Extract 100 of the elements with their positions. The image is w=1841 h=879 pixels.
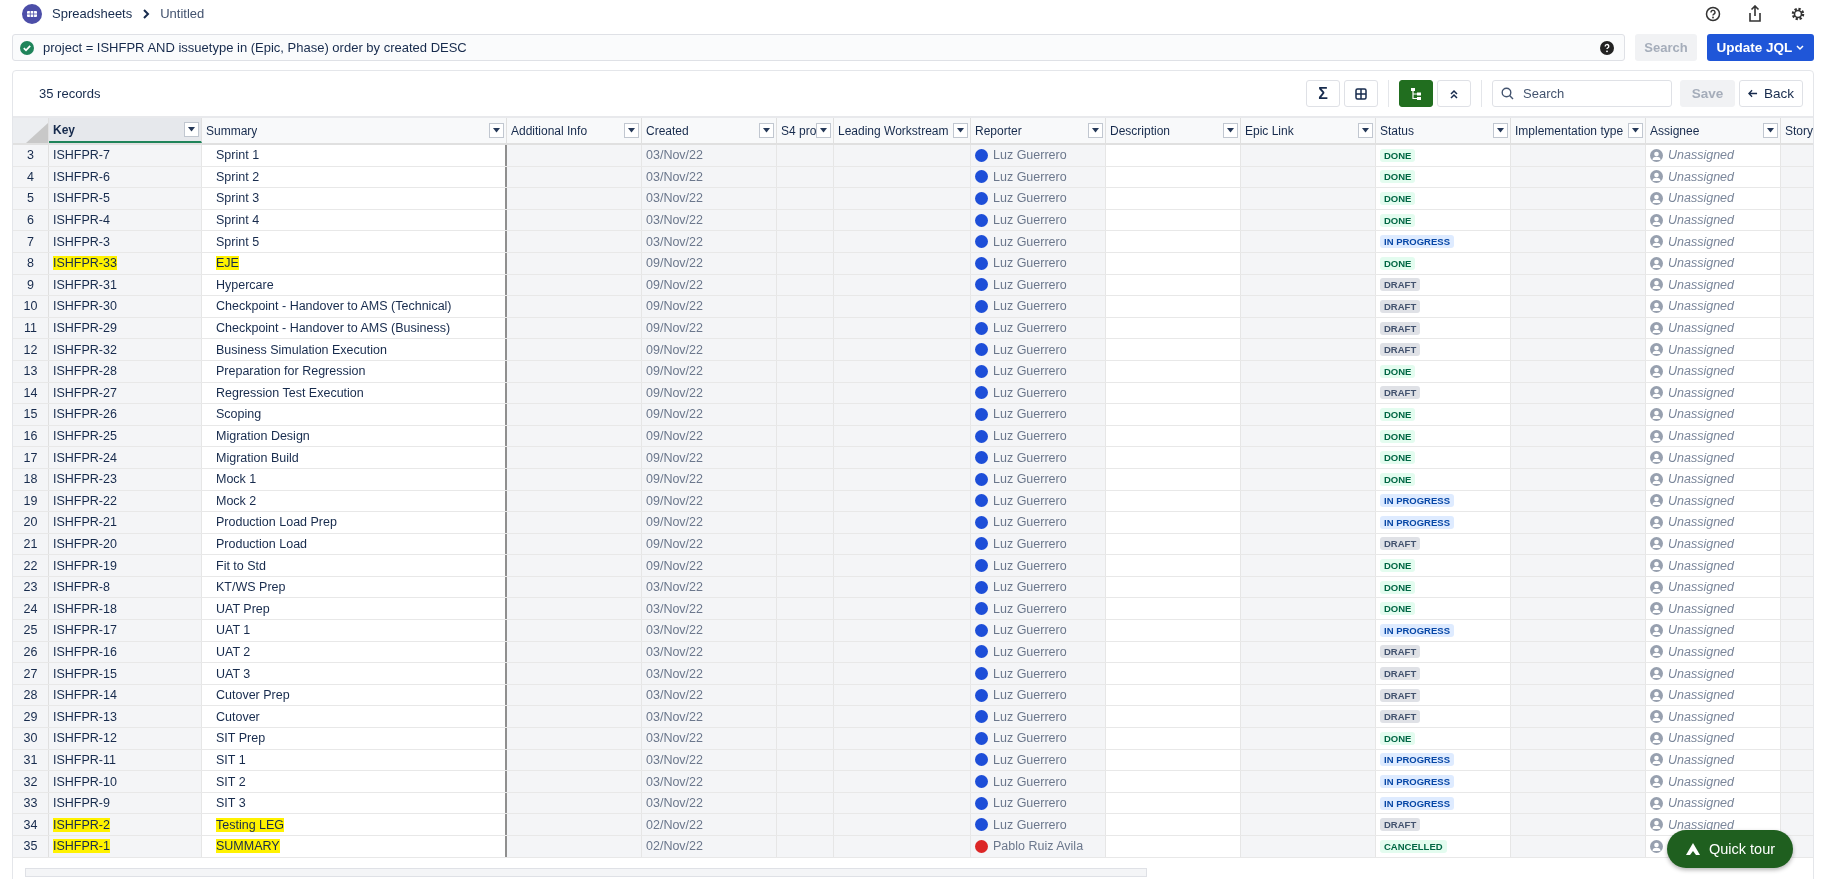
date-text: 03/Nov/22 xyxy=(646,731,703,746)
issue-key[interactable]: ISHFPR-33 xyxy=(53,256,117,271)
app-logo-icon xyxy=(22,3,42,24)
filter-dropdown[interactable] xyxy=(1358,123,1373,138)
horizontal-scrollbar[interactable] xyxy=(25,867,1147,877)
column-header[interactable]: Created xyxy=(642,118,777,143)
quick-tour-button[interactable]: Quick tour xyxy=(1667,830,1794,868)
issue-key[interactable]: ISHFPR-3 xyxy=(53,234,110,249)
filter-dropdown[interactable] xyxy=(759,123,774,138)
grid-button[interactable] xyxy=(1344,80,1378,107)
issue-key[interactable]: ISHFPR-6 xyxy=(53,169,110,184)
column-header[interactable]: Story xyxy=(1781,118,1813,143)
issue-key[interactable]: ISHFPR-23 xyxy=(53,472,117,487)
status-lozenge: DONE xyxy=(1380,148,1416,162)
column-header[interactable]: Description xyxy=(1106,118,1241,143)
column-header[interactable]: Summary xyxy=(202,118,507,143)
issue-key[interactable]: ISHFPR-13 xyxy=(53,709,117,724)
issue-key[interactable]: ISHFPR-9 xyxy=(53,796,110,811)
reporter-name: Luz Guerrero xyxy=(993,493,1067,508)
assignee-text: Unassigned xyxy=(1668,385,1734,400)
column-header[interactable]: Leading Workstream xyxy=(834,118,971,143)
issue-key[interactable]: ISHFPR-19 xyxy=(53,558,117,573)
filter-dropdown[interactable] xyxy=(1223,123,1238,138)
search-field[interactable]: Search xyxy=(1492,80,1672,107)
issue-key[interactable]: ISHFPR-20 xyxy=(53,537,117,551)
date-text: 03/Nov/22 xyxy=(646,752,703,767)
issue-key[interactable]: ISHFPR-2 xyxy=(53,817,110,832)
issue-key[interactable]: ISHFPR-5 xyxy=(53,191,110,206)
assignee-text: Unassigned xyxy=(1668,774,1734,789)
issue-key[interactable]: ISHFPR-4 xyxy=(53,213,110,228)
help-icon[interactable] xyxy=(1705,5,1721,22)
status-lozenge: IN PROGRESS xyxy=(1380,623,1454,637)
issue-key[interactable]: ISHFPR-8 xyxy=(53,580,110,595)
share-icon[interactable] xyxy=(1747,4,1763,23)
issue-key[interactable]: ISHFPR-15 xyxy=(53,666,117,681)
hierarchy-button[interactable] xyxy=(1399,80,1433,107)
breadcrumb-link[interactable]: Spreadsheets xyxy=(52,6,133,21)
column-header[interactable]: Reporter xyxy=(971,118,1106,143)
user-icon xyxy=(1650,386,1663,400)
issue-key[interactable]: ISHFPR-14 xyxy=(53,688,117,703)
row-number: 13 xyxy=(13,360,49,382)
issue-key[interactable]: ISHFPR-12 xyxy=(53,731,117,746)
filter-dropdown[interactable] xyxy=(1493,123,1508,138)
column-header[interactable]: Additional Info xyxy=(507,118,642,143)
assignee-text: Unassigned xyxy=(1668,148,1734,163)
issue-key[interactable]: ISHFPR-27 xyxy=(53,385,117,400)
issue-key[interactable]: ISHFPR-18 xyxy=(53,601,117,616)
issue-key[interactable]: ISHFPR-22 xyxy=(53,493,117,508)
column-header[interactable]: S4 pro xyxy=(777,118,834,143)
update-jql-button[interactable]: Update JQL xyxy=(1707,34,1814,61)
issue-key[interactable]: ISHFPR-31 xyxy=(53,277,117,292)
issue-key[interactable]: ISHFPR-1 xyxy=(53,839,110,854)
filter-dropdown[interactable] xyxy=(953,123,968,138)
date-text: 03/Nov/22 xyxy=(646,234,703,249)
query-field[interactable]: project = ISHFPR AND issuetype in (Epic, Phase) order by created DESC xyxy=(12,34,1625,61)
issue-key[interactable]: ISHFPR-11 xyxy=(53,752,116,767)
filter-dropdown[interactable] xyxy=(184,122,199,137)
issue-key[interactable]: ISHFPR-26 xyxy=(53,407,117,422)
help-icon[interactable] xyxy=(1600,40,1614,55)
issue-key[interactable]: ISHFPR-10 xyxy=(53,774,117,789)
back-button[interactable]: Back xyxy=(1739,80,1803,107)
summary-text: UAT Prep xyxy=(216,601,270,616)
avatar-icon xyxy=(975,667,988,681)
filter-dropdown[interactable] xyxy=(816,123,831,138)
filter-dropdown[interactable] xyxy=(489,123,504,138)
issue-key[interactable]: ISHFPR-32 xyxy=(53,342,117,357)
avatar-icon xyxy=(975,515,988,529)
column-header[interactable]: Key xyxy=(49,118,202,143)
column-header[interactable]: Status xyxy=(1376,118,1511,143)
arrow-left-icon xyxy=(1748,89,1758,98)
date-text: 09/Nov/22 xyxy=(646,385,703,400)
issue-key[interactable]: ISHFPR-28 xyxy=(53,364,117,379)
filter-dropdown[interactable] xyxy=(1088,123,1103,138)
row-number: 17 xyxy=(13,447,49,468)
avatar-icon xyxy=(975,839,988,853)
filter-dropdown[interactable] xyxy=(1763,123,1778,138)
issue-key[interactable]: ISHFPR-29 xyxy=(53,321,117,336)
issue-key[interactable]: ISHFPR-25 xyxy=(53,429,117,443)
collapse-button[interactable] xyxy=(1437,80,1471,107)
issue-key[interactable]: ISHFPR-17 xyxy=(53,623,117,638)
sum-button[interactable]: Σ xyxy=(1306,80,1340,107)
summary-text: Production Load xyxy=(216,537,308,551)
issue-key[interactable]: ISHFPR-21 xyxy=(53,515,117,530)
issue-key[interactable]: ISHFPR-24 xyxy=(53,450,117,465)
row-number: 27 xyxy=(13,663,49,684)
issue-key[interactable]: ISHFPR-16 xyxy=(53,644,117,659)
column-header[interactable]: Assignee xyxy=(1646,118,1781,143)
filter-dropdown[interactable] xyxy=(1628,123,1643,138)
avatar-icon xyxy=(975,580,988,594)
assignee-text: Unassigned xyxy=(1668,558,1734,573)
reporter-name: Luz Guerrero xyxy=(993,774,1067,789)
filter-dropdown[interactable] xyxy=(624,123,639,138)
issue-key[interactable]: ISHFPR-30 xyxy=(53,299,117,314)
column-header[interactable]: Epic Link xyxy=(1241,118,1376,143)
assignee-text: Unassigned xyxy=(1668,321,1734,336)
column-header[interactable]: Implementation type xyxy=(1511,118,1646,143)
reporter-name: Luz Guerrero xyxy=(993,191,1067,206)
caret-icon xyxy=(1767,128,1774,133)
assignee-text: Unassigned xyxy=(1668,623,1734,638)
issue-key[interactable]: ISHFPR-7 xyxy=(53,148,110,163)
